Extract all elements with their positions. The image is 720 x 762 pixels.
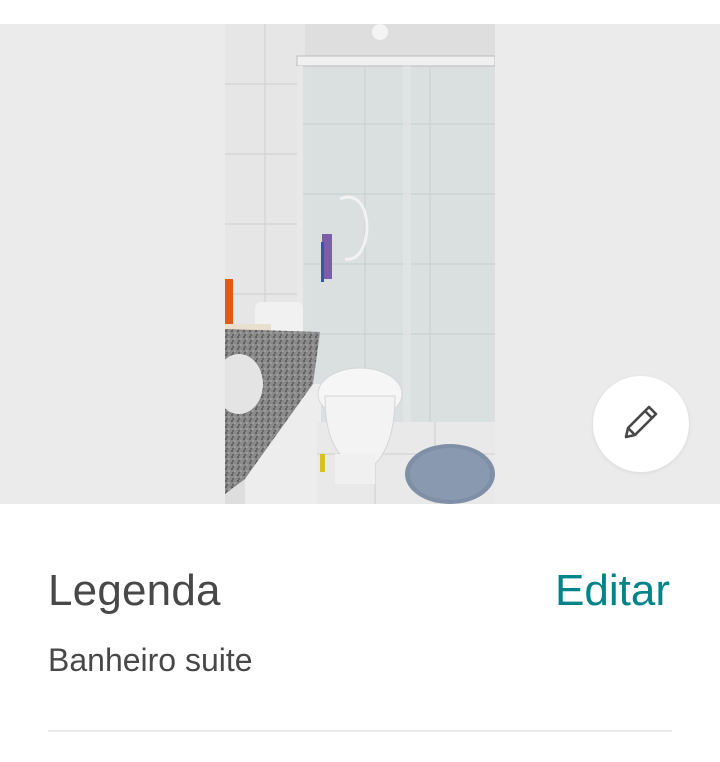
edit-caption-link[interactable]: Editar bbox=[555, 566, 670, 616]
caption-title: Legenda bbox=[48, 566, 221, 615]
divider bbox=[48, 730, 672, 732]
top-strip bbox=[0, 0, 720, 24]
bathroom-photo[interactable] bbox=[225, 24, 495, 504]
pencil-icon bbox=[618, 399, 664, 450]
caption-section: Legenda Editar Banheiro suite bbox=[0, 504, 720, 762]
edit-photo-button[interactable] bbox=[593, 376, 689, 472]
caption-value: Banheiro suite bbox=[48, 642, 253, 678]
photo-detail-screen: Legenda Editar Banheiro suite bbox=[0, 0, 720, 762]
photo-area bbox=[0, 24, 720, 504]
